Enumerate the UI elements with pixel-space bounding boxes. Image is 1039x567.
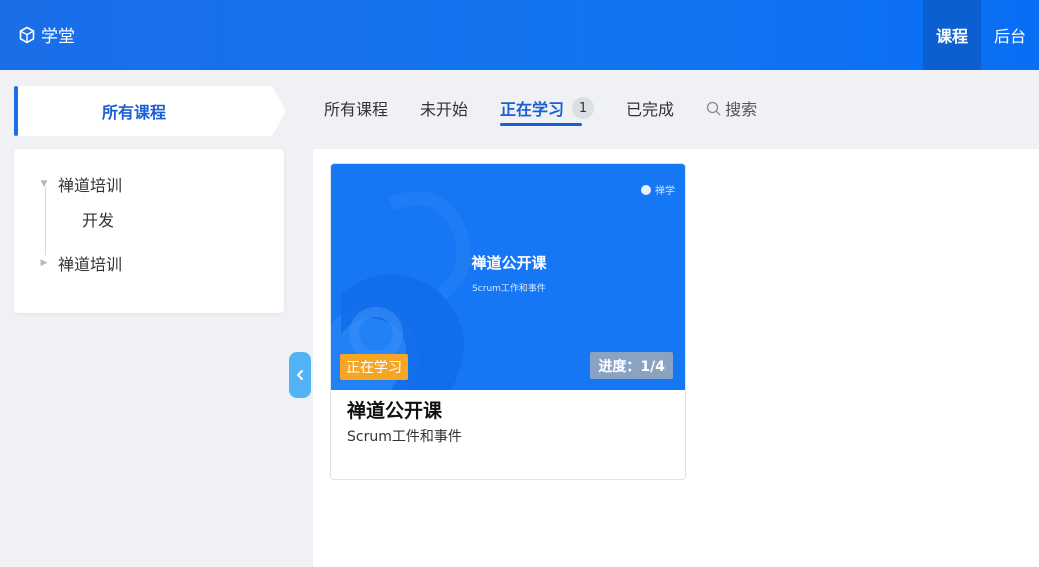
app-title: 学堂: [41, 27, 75, 47]
tree-node-label: 禅道培训: [58, 176, 123, 195]
brand-logo-icon: [641, 184, 651, 195]
filter-tabs: 所有课程 未开始 正在学习 1 已完成 搜索: [324, 86, 789, 132]
sidebar-collapse-button[interactable]: [289, 352, 311, 398]
status-badge: 正在学习: [340, 354, 408, 380]
cover-brand-mark: 禅学: [641, 182, 675, 197]
chevron-left-icon: [297, 370, 303, 380]
progress-badge: 进度：1/4: [590, 352, 673, 379]
course-cover: 禅学 禅道公开课 Scrum工作和事件 正在学习 进度：1/4: [331, 164, 685, 390]
cube-icon: [19, 26, 35, 43]
app-brand[interactable]: 学堂: [18, 22, 75, 47]
topnav-course[interactable]: 课程: [922, 0, 981, 70]
active-tab-underline: [500, 123, 583, 126]
category-tree: ▼ 禅道培训 开发 ▶ 禅道培训: [14, 149, 284, 313]
topnav-admin[interactable]: 后台: [981, 0, 1039, 70]
tab-not-started[interactable]: 未开始: [420, 86, 468, 130]
cover-title: 禅道公开课: [471, 254, 547, 272]
sidebar-tab-all-courses[interactable]: 所有课程: [14, 86, 286, 136]
tree-node-chandao-training-2[interactable]: ▶ 禅道培训: [36, 251, 122, 275]
tab-label: 搜索: [725, 100, 758, 119]
tab-label: 未开始: [420, 100, 469, 119]
cover-subtitle: Scrum工作和事件: [472, 284, 546, 294]
count-badge: 1: [572, 97, 595, 119]
top-bar: 学堂 课程 后台: [0, 0, 1039, 70]
sidebar-tab-label: 所有课程: [101, 103, 166, 122]
top-nav: 课程 后台: [922, 0, 1039, 70]
tab-all-courses[interactable]: 所有课程: [324, 86, 388, 130]
tree-node-development[interactable]: 开发: [82, 207, 114, 231]
tab-label: 已完成: [626, 100, 675, 119]
tab-in-progress[interactable]: 正在学习 1: [500, 86, 595, 130]
course-card[interactable]: 禅学 禅道公开课 Scrum工作和事件 正在学习 进度：1/4 禅道公开课 Sc…: [330, 163, 686, 480]
course-list: 禅学 禅道公开课 Scrum工作和事件 正在学习 进度：1/4 禅道公开课 Sc…: [313, 149, 1039, 567]
tree-node-label: 开发: [82, 211, 115, 230]
caret-right-icon: ▶: [40, 258, 48, 268]
cover-brand-text: 禅学: [655, 186, 675, 197]
tree-node-label: 禅道培训: [58, 255, 123, 274]
tab-completed[interactable]: 已完成: [626, 86, 674, 130]
tab-label: 所有课程: [324, 100, 389, 119]
tab-label: 正在学习: [500, 100, 565, 119]
tree-guide-line: [45, 187, 46, 255]
tab-search[interactable]: 搜索: [706, 86, 757, 130]
search-icon: [706, 101, 721, 115]
course-subtitle: Scrum工件和事件: [347, 429, 462, 445]
course-title: 禅道公开课: [347, 400, 443, 422]
tree-node-chandao-training-1[interactable]: ▼ 禅道培训: [36, 172, 122, 196]
caret-down-icon: ▼: [40, 179, 48, 189]
